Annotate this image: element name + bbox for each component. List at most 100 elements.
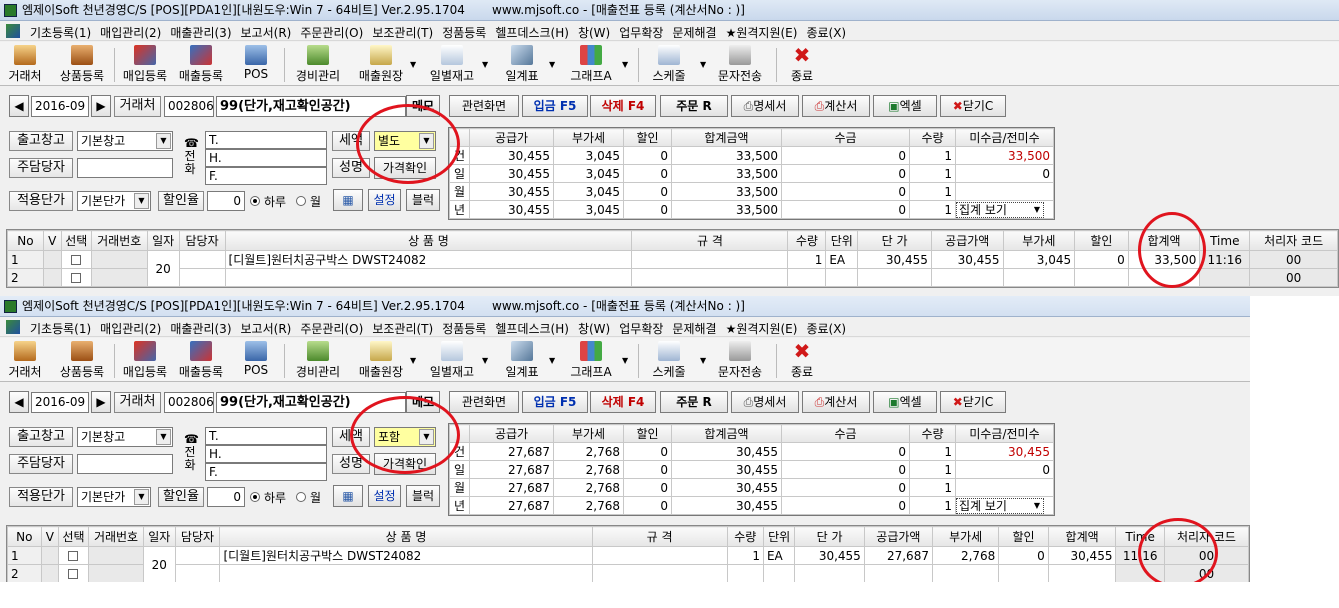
warehouse-select[interactable]: 기본창고 ▼ [77,131,173,151]
purchase-button[interactable]: 매입등록 [120,45,170,85]
chevron-down-icon[interactable]: ▼ [134,193,149,209]
tax-invoice-button[interactable]: ⎙계산서 [802,391,870,413]
row-number[interactable]: 1 [7,250,44,269]
pos-button[interactable]: POS [238,45,274,85]
block-button[interactable]: 블럭 [406,485,440,507]
v-cell[interactable] [42,268,62,287]
manager-cell[interactable] [174,564,221,582]
spec-cell[interactable] [631,268,789,287]
spec-cell[interactable] [591,546,728,565]
customer-button[interactable]: 거래처 [4,341,46,381]
time-cell[interactable] [1199,268,1251,287]
prev-month-button[interactable]: ◀ [9,391,29,413]
items-header-cell[interactable]: 선택 [60,230,92,251]
block-button[interactable]: 블럭 [406,189,440,211]
hp-field[interactable]: H. [205,149,327,167]
select-cell[interactable] [60,268,92,287]
tel-field[interactable]: T. [205,427,327,445]
close-button[interactable]: ✖닫기C [940,391,1006,413]
ledger-button[interactable]: 매출원장 [354,341,408,381]
items-header-cell[interactable]: 담당자 [178,230,226,251]
daily-stock-dropdown-icon[interactable]: ▼ [482,356,488,365]
manager-cell[interactable] [178,250,226,269]
qty-cell[interactable] [726,564,764,582]
select-checkbox[interactable] [70,255,81,265]
items-header-cell[interactable]: 단 가 [857,230,932,251]
qty-cell[interactable] [787,268,827,287]
row-number[interactable]: 1 [7,546,42,565]
table-row[interactable]: 1 20 [디월트]원터치공구박스 DWST24082 1 EA 30,455 27,687… [7,546,1250,582]
product-cell[interactable] [224,268,633,287]
schedule-dropdown-icon[interactable]: ▼ [700,356,706,365]
menu-item[interactable]: 문제해결 [672,320,716,337]
manager-cell[interactable] [178,268,226,287]
select-checkbox[interactable] [68,569,79,579]
menu-app-icon[interactable] [6,24,20,38]
hp-field[interactable]: H. [205,445,327,463]
graph-button[interactable]: 그래프A [566,45,616,85]
row-number[interactable]: 2 [7,564,42,582]
items-header-cell[interactable]: 수량 [726,526,764,547]
menu-item[interactable]: 헬프데스크(H) [495,24,569,41]
statement-button[interactable]: ⎙명세서 [731,391,799,413]
schedule-button[interactable]: 스케줄 [648,45,690,85]
price-type-select[interactable]: 기본단가 ▼ [77,487,151,507]
time-cell[interactable]: 11:16 [1199,250,1251,269]
handler-code-cell[interactable]: 00 [1249,250,1338,269]
graph-dropdown-icon[interactable]: ▼ [622,60,628,69]
ledger-dropdown-icon[interactable]: ▼ [410,356,416,365]
items-header-cell[interactable]: 단 가 [794,526,865,547]
menu-item[interactable]: 창(W) [578,320,610,337]
delete-f4-button[interactable]: 삭제 F4 [590,391,656,413]
summary-view-select[interactable]: 집계 보기 ▼ [956,497,1044,514]
discount-cell[interactable] [998,564,1049,582]
items-header-cell[interactable]: 선택 [58,526,89,547]
fax-field[interactable]: F. [205,463,327,481]
items-header-cell[interactable]: 규 격 [591,526,728,547]
manager-field[interactable] [77,158,173,178]
items-header-cell[interactable]: 단위 [762,526,796,547]
product-button[interactable]: 상품등록 [56,45,108,85]
unit-price-cell[interactable]: 30,455 [794,546,865,565]
discount-cell[interactable]: 0 [1074,250,1129,269]
related-screen-button[interactable]: 관련화면 [449,95,519,117]
supply-cell[interactable]: 30,455 [930,250,1004,269]
product-button[interactable]: 상품등록 [56,341,108,381]
items-header-cell[interactable]: 거래번호 [90,230,148,251]
items-header-cell[interactable]: 거래번호 [87,526,145,547]
total-cell[interactable] [1047,564,1117,582]
tax-invoice-button[interactable]: ⎙계산서 [802,95,870,117]
customer-label-button[interactable]: 거래처 [114,96,161,117]
manager-label-button[interactable]: 주담당자 [9,158,73,178]
menu-item[interactable]: 헬프데스크(H) [495,320,569,337]
manager-label-button[interactable]: 주담당자 [9,454,73,474]
sales-button[interactable]: 매출등록 [176,341,226,381]
menu-item[interactable]: 매출관리(3) [170,320,231,337]
v-cell[interactable] [42,250,62,269]
ledger-button[interactable]: 매출원장 [354,45,408,85]
expense-button[interactable]: 경비관리 [292,341,344,381]
row-number[interactable]: 2 [7,268,44,287]
items-header-cell[interactable]: 담당자 [174,526,221,547]
items-header-cell[interactable]: 합계액 [1047,526,1117,547]
price-type-select[interactable]: 기본단가 ▼ [77,191,151,211]
items-header-cell[interactable]: 상 품 명 [219,526,593,547]
menu-item[interactable]: 종료(X) [806,320,846,337]
menu-item[interactable]: 정품등록 [442,320,486,337]
supply-cell[interactable] [930,268,1004,287]
schedule-button[interactable]: 스케줄 [648,341,690,381]
monthly-radio[interactable] [296,196,306,206]
menu-item[interactable]: 창(W) [578,24,610,41]
items-header-cell[interactable]: No [7,526,42,547]
customer-label-button[interactable]: 거래처 [114,392,161,413]
next-month-button[interactable]: ▶ [91,391,111,413]
price-type-label-button[interactable]: 적용단가 [9,487,73,507]
menu-item[interactable]: ★원격지원(E) [726,24,798,41]
select-cell[interactable] [60,250,92,269]
menu-item[interactable]: 보고서(R) [241,24,292,41]
menu-item[interactable]: 기초등록(1) [30,24,91,41]
pos-button[interactable]: POS [238,341,274,381]
delete-f4-button[interactable]: 삭제 F4 [590,95,656,117]
menu-item[interactable]: 정품등록 [442,24,486,41]
discount-cell[interactable] [1074,268,1129,287]
